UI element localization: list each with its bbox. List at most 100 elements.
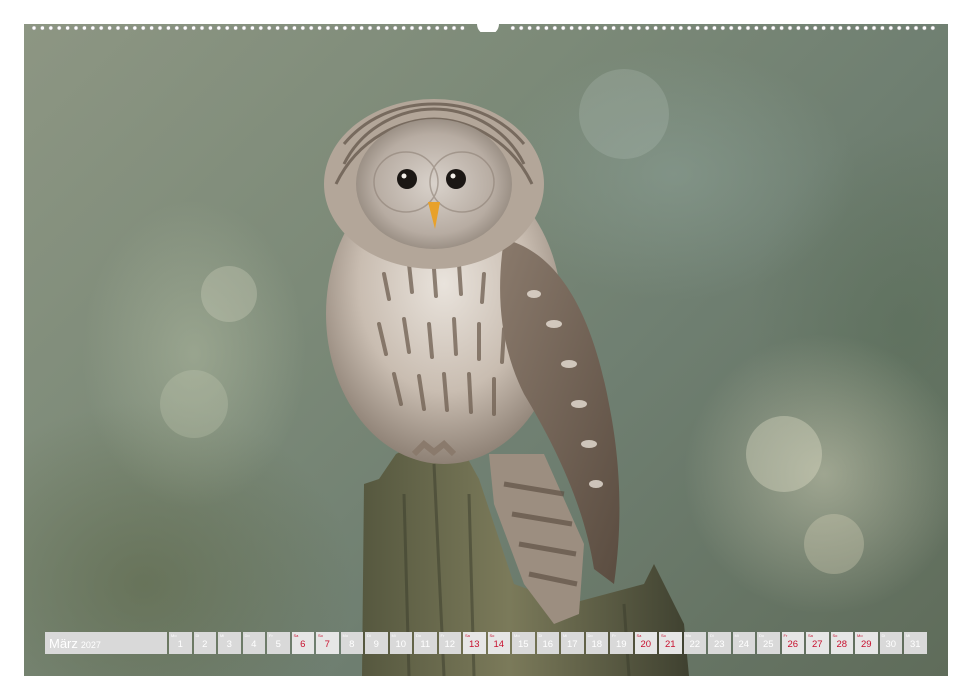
day-cell: Do 18 xyxy=(585,632,608,654)
day-number: 4 xyxy=(251,639,257,650)
binding-hole xyxy=(73,25,79,31)
weekday-label: So xyxy=(489,633,495,638)
day-cell: Sa 27 xyxy=(806,632,829,654)
day-number: 20 xyxy=(640,639,652,650)
weekday-label: Di xyxy=(538,633,543,638)
binding-hole xyxy=(670,25,675,31)
day-cell: Mo 15 xyxy=(512,632,535,654)
binding-hole xyxy=(157,25,163,31)
day-cell: Di 30 xyxy=(879,632,902,654)
day-number: 11 xyxy=(420,639,431,650)
binding-hole xyxy=(703,25,709,31)
weekday-label: Mi xyxy=(734,633,739,638)
binding-hole xyxy=(737,25,742,31)
binding-hole xyxy=(770,25,776,31)
binding-hole xyxy=(619,25,625,31)
binding-hole xyxy=(913,25,919,31)
day-cell: So 14 xyxy=(487,632,510,654)
binding-hole xyxy=(258,25,264,31)
binding-hole xyxy=(308,25,314,31)
binding-hole xyxy=(510,25,516,31)
month-label: März 2027 xyxy=(45,632,167,654)
binding-hole xyxy=(325,25,331,31)
weekday-label: Fr xyxy=(440,633,445,638)
calendar-strip: März 2027 Mo 1 Di 2 Mi 3 Do 4 Fr 5 Sa 6 So 7 Mo 8 Di 9 Mi 1… xyxy=(45,632,927,654)
binding-hole xyxy=(418,25,423,31)
weekday-label: Fr xyxy=(612,633,616,638)
bokeh-light xyxy=(746,416,822,492)
day-cell: Do 25 xyxy=(757,632,780,654)
day-cell: Mi 17 xyxy=(561,632,584,654)
weekday-label: Fr xyxy=(269,633,273,638)
binding-hole xyxy=(804,25,810,31)
day-number: 6 xyxy=(300,639,306,650)
binding-hole xyxy=(224,25,230,31)
binding-hole xyxy=(283,25,289,31)
day-number: 26 xyxy=(787,639,799,650)
binding-hole xyxy=(720,25,726,31)
binding-hole xyxy=(401,25,406,31)
day-number: 30 xyxy=(885,639,897,650)
binding-holes xyxy=(31,24,936,32)
weekday-label: Mo xyxy=(685,633,692,638)
binding-hole xyxy=(905,25,910,31)
day-cell: Di 9 xyxy=(365,632,388,654)
binding-hole xyxy=(569,25,574,31)
day-cell: Mi 24 xyxy=(732,632,755,654)
day-cell: Mo 29 xyxy=(855,632,878,654)
binding-hole xyxy=(594,25,600,31)
day-cell: Mo 1 xyxy=(169,632,192,654)
eye-highlight xyxy=(450,173,456,179)
binding-hole xyxy=(199,25,205,31)
calendar-page: März 2027 Mo 1 Di 2 Mi 3 Do 4 Fr 5 Sa 6 So 7 Mo 8 Di 9 Mi 1… xyxy=(0,0,971,700)
owl-right-eye xyxy=(446,169,466,189)
eye-highlight xyxy=(401,173,407,179)
binding-hole xyxy=(586,25,591,31)
binding-hole xyxy=(174,25,180,31)
day-cell: So 28 xyxy=(830,632,853,654)
day-cell: Di 2 xyxy=(193,632,216,654)
day-cell: Mi 3 xyxy=(218,632,241,654)
binding-hole xyxy=(460,25,465,31)
binding-hole xyxy=(359,25,364,31)
binding-hole xyxy=(342,25,348,31)
binding-hole xyxy=(409,25,415,31)
binding-hole xyxy=(65,25,70,31)
binding-hole xyxy=(871,25,877,31)
bokeh-light xyxy=(201,266,257,322)
binding-hole xyxy=(300,25,306,31)
weekday-label: Mi xyxy=(906,633,911,638)
day-cell: Do 4 xyxy=(242,632,265,654)
weekday-label: Mi xyxy=(220,633,225,638)
binding-hole xyxy=(821,25,826,31)
binding-hole xyxy=(275,25,280,31)
binding-hole xyxy=(292,25,297,31)
binding-hole xyxy=(535,25,541,31)
binding-hole xyxy=(350,25,356,31)
binding-hole xyxy=(745,25,751,31)
day-cell: Mo 8 xyxy=(340,632,363,654)
binding-hole xyxy=(233,25,238,31)
binding-hole xyxy=(880,25,885,31)
weekday-label: Mi xyxy=(391,633,396,638)
day-number: 25 xyxy=(762,639,774,650)
day-number: 14 xyxy=(493,639,505,650)
day-cell: Fr 19 xyxy=(610,632,633,654)
weekday-label: So xyxy=(832,633,838,638)
day-number: 2 xyxy=(202,639,208,650)
binding-hole xyxy=(686,25,692,31)
bokeh-light xyxy=(579,69,669,159)
day-cell: Do 11 xyxy=(414,632,437,654)
weekday-label: Mo xyxy=(342,633,349,638)
day-number: 3 xyxy=(226,639,232,650)
binding-hole xyxy=(392,25,398,31)
binding-hole xyxy=(434,25,440,31)
hanger-notch xyxy=(477,24,499,32)
binding-hole xyxy=(334,25,339,31)
binding-hole xyxy=(796,25,801,31)
day-number: 16 xyxy=(542,639,554,650)
day-cell: Sa 6 xyxy=(291,632,314,654)
day-cell: Sa 20 xyxy=(634,632,657,654)
binding-hole xyxy=(82,25,87,31)
binding-hole xyxy=(384,25,390,31)
